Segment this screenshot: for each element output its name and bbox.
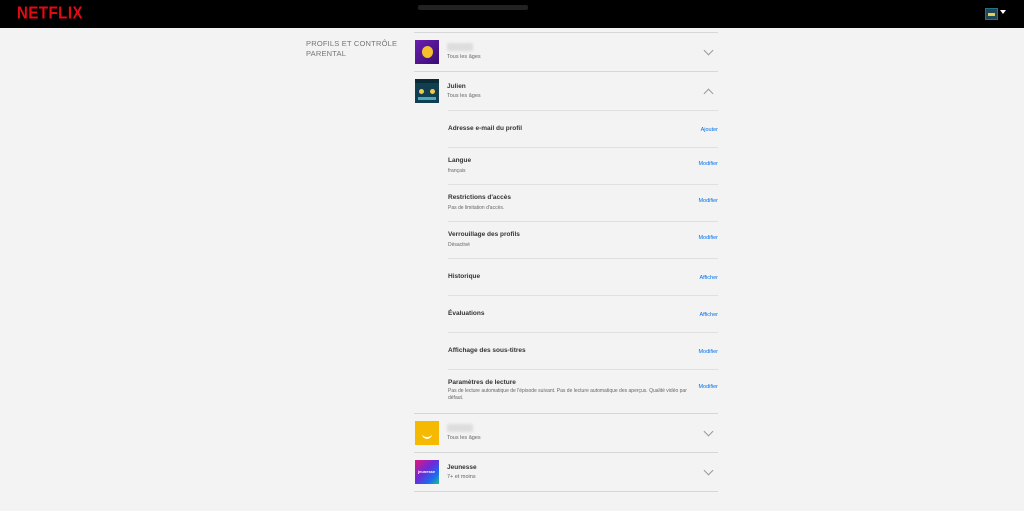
chevron-down-icon[interactable] — [703, 426, 714, 437]
edit-profile-lock-link[interactable]: Modifier — [698, 235, 718, 241]
view-ratings-link[interactable]: Afficher — [699, 312, 718, 318]
profiles-list: Tous les âges Julien Tous les âges Adres… — [414, 32, 718, 492]
add-email-link[interactable]: Ajouter — [701, 127, 718, 133]
chevron-up-icon[interactable] — [703, 88, 714, 99]
edit-restrictions-link[interactable]: Modifier — [698, 198, 718, 204]
section-title: PROFILS ET CONTRÔLE PARENTAL — [306, 39, 398, 58]
profile-restriction: Tous les âges — [447, 435, 481, 441]
setting-value: Pas de limitation d'accès. — [448, 205, 505, 211]
profile-restriction: 7+ et moins — [447, 474, 476, 480]
setting-value: français — [448, 168, 466, 174]
profile-row-1[interactable]: Tous les âges — [414, 33, 718, 71]
profile-restriction: Tous les âges — [447, 93, 481, 99]
setting-title: Adresse e-mail du profil — [448, 125, 523, 132]
setting-value: Désactivé — [448, 242, 470, 248]
profile-name-blurred — [447, 424, 473, 432]
profile-row-3[interactable]: Tous les âges — [414, 414, 718, 452]
chevron-down-icon[interactable] — [703, 45, 714, 56]
edit-subtitles-link[interactable]: Modifier — [698, 349, 718, 355]
setting-title: Affichage des sous-titres — [448, 347, 526, 354]
profile-avatar-purple-icon — [415, 40, 439, 64]
profile-name: Jeunesse — [447, 464, 477, 471]
top-navigation-bar: NETFLIX — [0, 0, 1024, 28]
setting-email: Adresse e-mail du profil Ajouter — [448, 111, 718, 147]
setting-profile-lock: Verrouillage des profils Désactivé Modif… — [448, 222, 718, 258]
setting-title: Restrictions d'accès — [448, 194, 511, 201]
setting-title: Évaluations — [448, 310, 485, 317]
obscured-header-text — [418, 5, 528, 10]
setting-subtitles: Affichage des sous-titres Modifier — [448, 333, 718, 369]
divider — [414, 491, 718, 492]
edit-playback-link[interactable]: Modifier — [698, 384, 718, 390]
setting-value: Pas de lecture automatique de l'épisode … — [448, 388, 687, 401]
profile-avatar-teal-icon — [415, 79, 439, 103]
setting-restrictions: Restrictions d'accès Pas de limitation d… — [448, 185, 718, 221]
setting-title: Langue — [448, 157, 472, 164]
profile-restriction: Tous les âges — [447, 54, 481, 60]
profile-row-jeunesse[interactable]: Jeunesse 7+ et moins — [414, 453, 718, 491]
profile-avatar-yellow-icon — [415, 421, 439, 445]
setting-title: Verrouillage des profils — [448, 231, 520, 238]
edit-language-link[interactable]: Modifier — [698, 161, 718, 167]
profile-name: Julien — [447, 83, 466, 90]
setting-ratings: Évaluations Afficher — [448, 296, 718, 332]
setting-history: Historique Afficher — [448, 259, 718, 295]
account-dropdown-caret-icon[interactable] — [1000, 10, 1006, 14]
profile-avatar-kids-icon — [415, 460, 439, 484]
setting-title: Paramètres de lecture — [448, 379, 516, 386]
profile-row-julien[interactable]: Julien Tous les âges — [414, 72, 718, 110]
setting-playback: Paramètres de lecture Pas de lecture aut… — [448, 370, 718, 413]
chevron-down-icon[interactable] — [703, 465, 714, 476]
setting-language: Langue français Modifier — [448, 148, 718, 184]
netflix-logo[interactable]: NETFLIX — [17, 4, 83, 24]
view-history-link[interactable]: Afficher — [699, 275, 718, 281]
account-avatar-icon[interactable] — [985, 8, 998, 20]
profile-name-blurred — [447, 43, 473, 51]
setting-title: Historique — [448, 273, 481, 280]
